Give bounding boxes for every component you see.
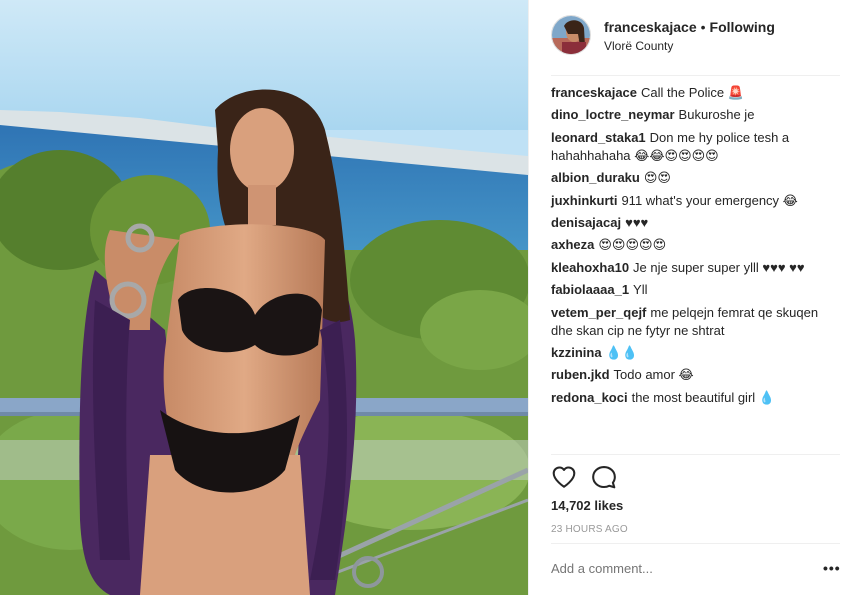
comment-username[interactable]: franceskajace xyxy=(551,85,637,100)
comment-text: Je nje super super ylll ♥♥♥ ♥♥ xyxy=(633,259,805,275)
comment-item: franceskajace Call the Police 🚨 xyxy=(551,84,821,102)
comment-text: the most beautiful girl 💧 xyxy=(631,389,775,405)
comment-item: kleahoxha10 Je nje super super ylll ♥♥♥ ♥… xyxy=(551,259,821,277)
comment-text: 😍😍 xyxy=(643,170,671,186)
comment-item: denisajacaj ♥♥♥ xyxy=(551,214,821,232)
comment-item: redona_koci the most beautiful girl 💧 xyxy=(551,389,821,407)
post-actions xyxy=(551,464,751,492)
header-divider xyxy=(551,75,840,76)
comment-item: leonard_staka1 Don me hy police tesh a ha… xyxy=(551,129,821,165)
add-comment-input[interactable] xyxy=(551,561,791,576)
more-options-button[interactable]: ••• xyxy=(823,561,841,575)
comment-text: ♥♥♥ xyxy=(625,214,649,230)
comment-username[interactable]: ruben.jkd xyxy=(551,367,610,382)
post-author-username[interactable]: franceskajace xyxy=(604,19,697,35)
comment-username[interactable]: denisajacaj xyxy=(551,215,621,230)
comment-item: dino_loctre_neymar Bukuroshe je xyxy=(551,106,821,124)
like-button[interactable] xyxy=(551,464,577,490)
comment-username[interactable]: fabiolaaaa_1 xyxy=(551,282,629,297)
comment-username[interactable]: vetem_per_qejf xyxy=(551,305,646,320)
comment-username[interactable]: axheza xyxy=(551,237,594,252)
post-location[interactable]: Vlorë County xyxy=(604,39,673,53)
comment-box-divider xyxy=(551,543,840,544)
comment-text: Bukuroshe je xyxy=(678,107,755,123)
header-title-line: franceskajace • Following xyxy=(604,19,775,35)
comment-item: kzzinina 💧💧 xyxy=(551,344,821,362)
comment-username[interactable]: dino_loctre_neymar xyxy=(551,107,675,122)
post-sidebar: franceskajace • Following Vlorë County fra… xyxy=(529,0,843,595)
comment-item: axheza 😍😍😍😍😍 xyxy=(551,236,821,254)
comment-text: 💧💧 xyxy=(605,344,638,360)
comment-username[interactable]: leonard_staka1 xyxy=(551,130,646,145)
avatar-image xyxy=(552,16,590,54)
following-button[interactable]: Following xyxy=(710,19,775,35)
comment-username[interactable]: kzzinina xyxy=(551,345,602,360)
comment-item: albion_duraku 😍😍 xyxy=(551,169,821,187)
comment-item: juxhinkurti 911 what's your emergency 😂 xyxy=(551,192,821,210)
comment-text: Call the Police 🚨 xyxy=(641,85,744,100)
comment-username[interactable]: juxhinkurti xyxy=(551,193,617,208)
comment-text: Yll xyxy=(633,282,648,298)
speech-bubble-icon xyxy=(592,466,616,489)
comment-username[interactable]: albion_duraku xyxy=(551,170,640,185)
heart-outline-icon xyxy=(552,466,576,488)
actions-divider xyxy=(551,454,840,455)
comment-text: Todo amor 😂 xyxy=(613,367,694,383)
comment-text: 911 what's your emergency 😂 xyxy=(621,192,798,208)
comment-text: 😍😍😍😍😍 xyxy=(598,237,667,253)
avatar[interactable] xyxy=(551,15,591,55)
post-timestamp[interactable]: 23 HOURS AGO xyxy=(551,524,628,535)
comment-button[interactable] xyxy=(591,464,617,490)
comments-list: franceskajace Call the Police 🚨 dino_loct… xyxy=(551,84,821,411)
comment-username[interactable]: kleahoxha10 xyxy=(551,260,629,275)
header-separator: • xyxy=(700,19,706,35)
likes-count[interactable]: 14,702 likes xyxy=(551,498,623,513)
comment-username[interactable]: redona_koci xyxy=(551,390,628,405)
post-photo[interactable] xyxy=(0,0,528,595)
comment-item: fabiolaaaa_1 Yll xyxy=(551,281,821,299)
comment-item: vetem_per_qejf me pelqejn femrat qe skuqe… xyxy=(551,304,821,340)
comment-item: ruben.jkd Todo amor 😂 xyxy=(551,366,821,384)
photo-woman-on-balcony xyxy=(0,0,528,595)
post-header: franceskajace • Following Vlorë County xyxy=(529,0,843,75)
